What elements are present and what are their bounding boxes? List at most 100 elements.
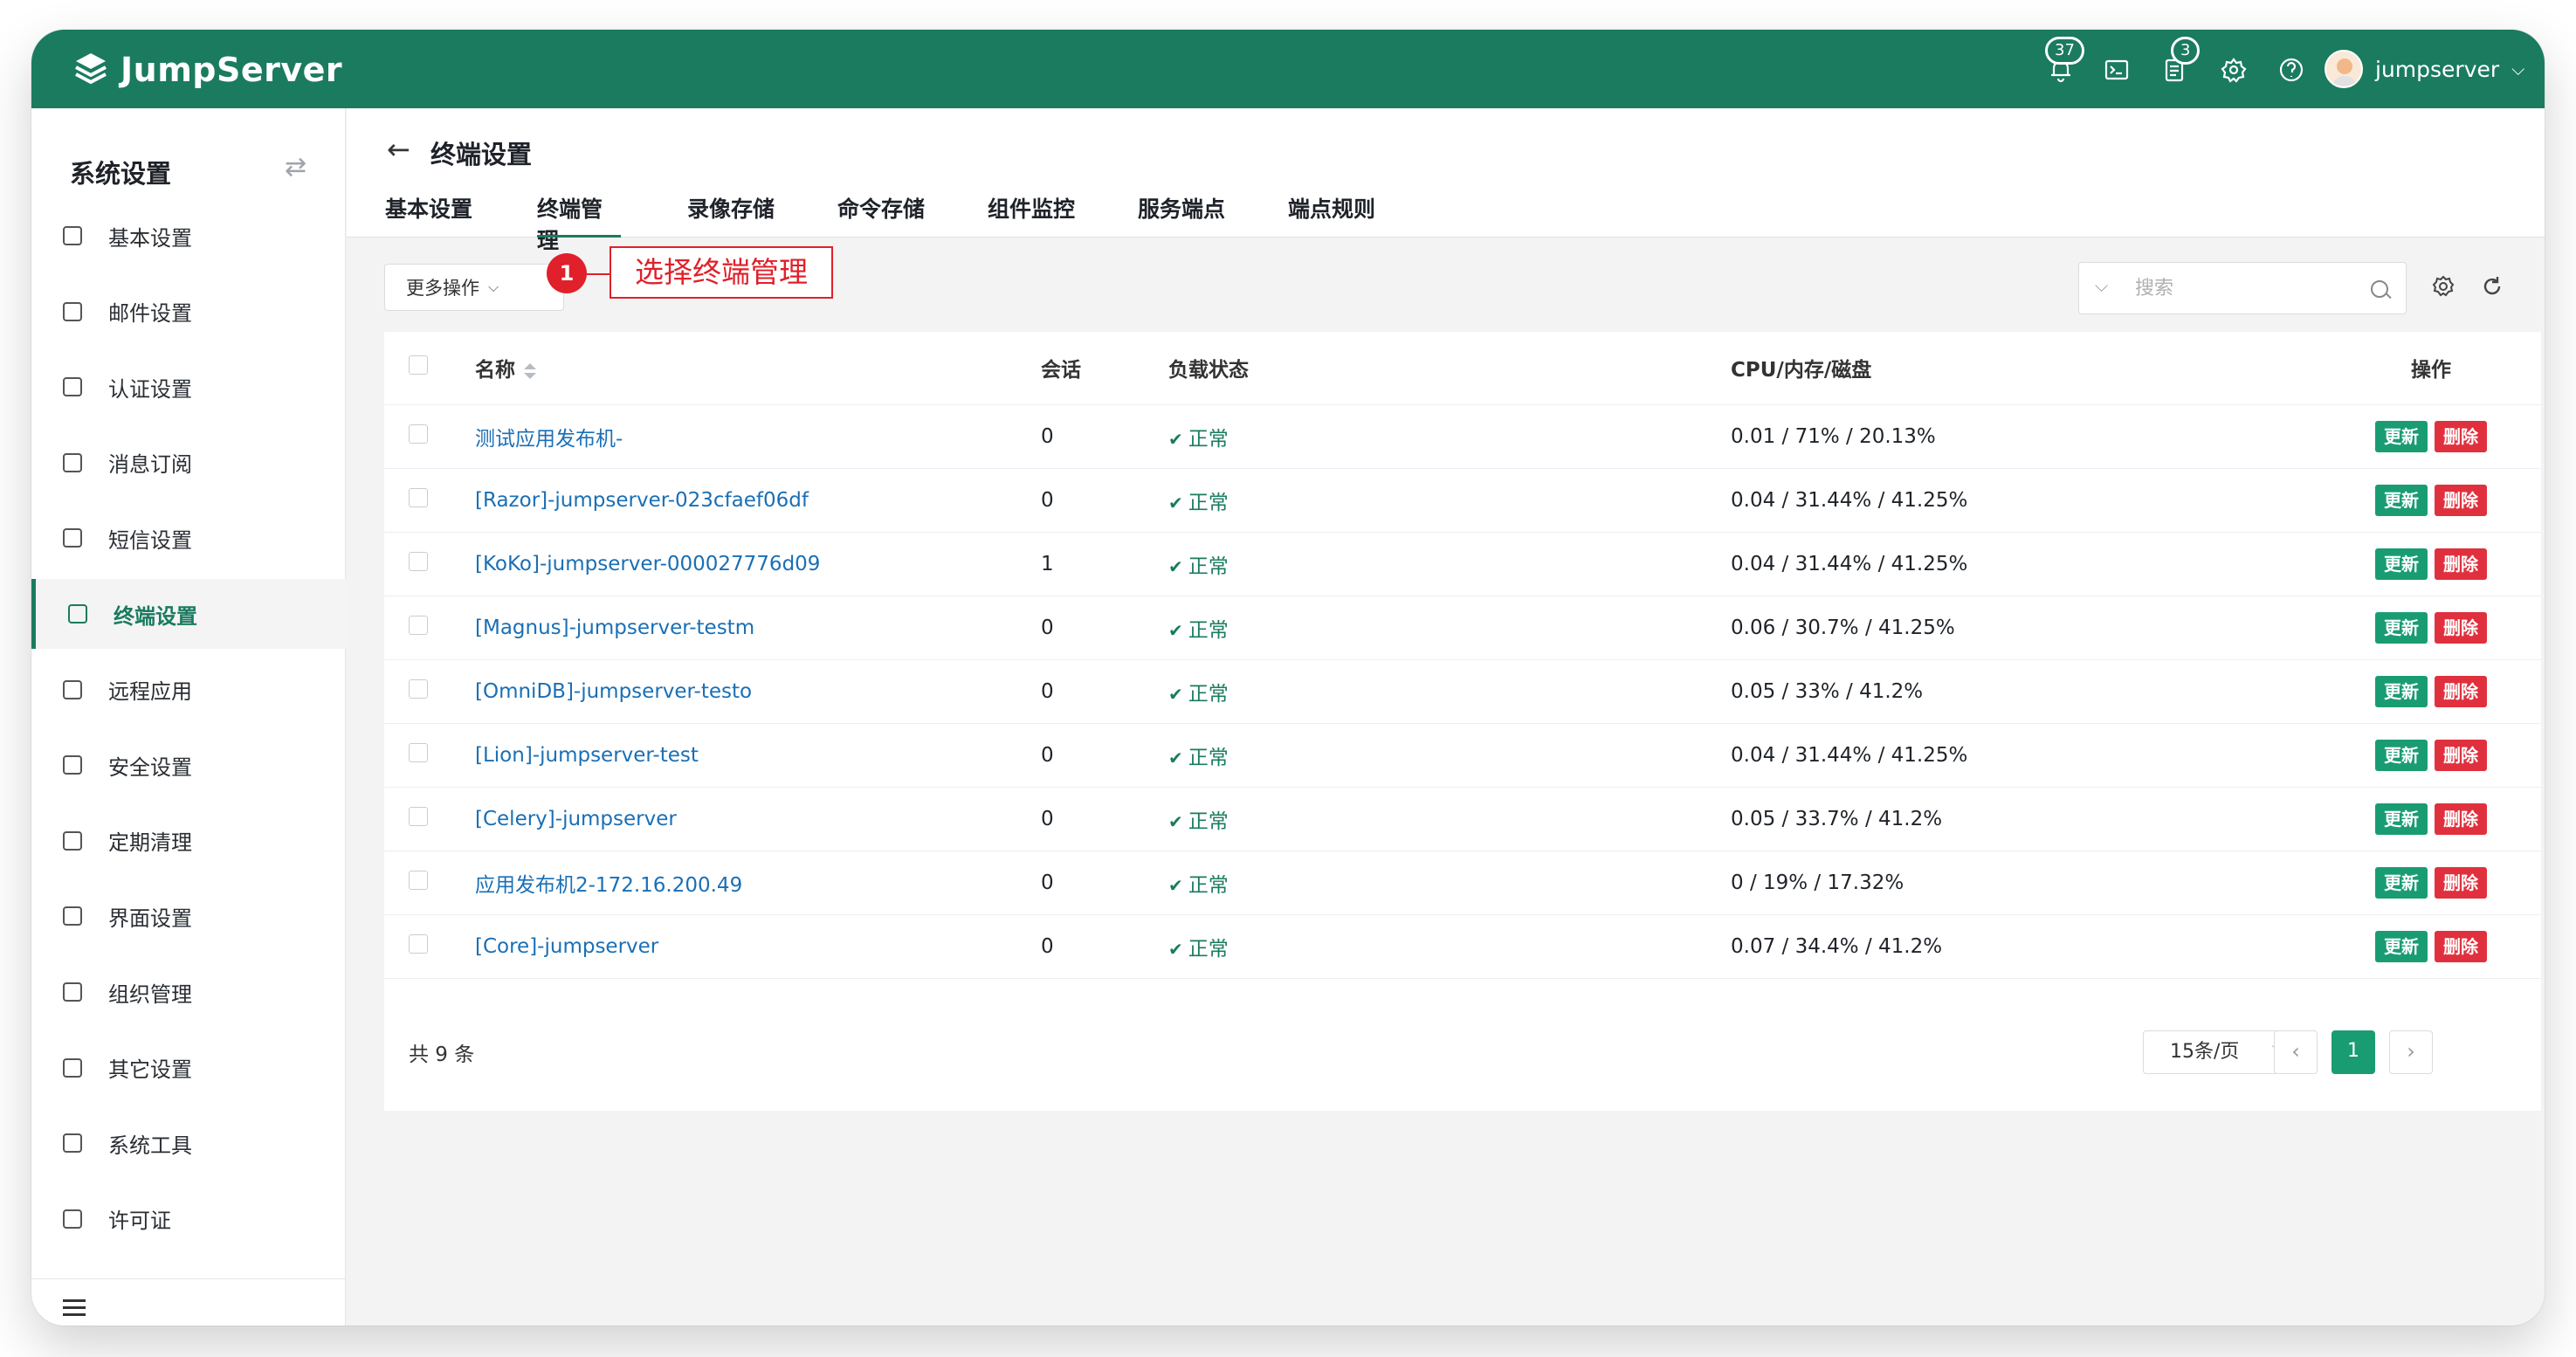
sidebar-item-3[interactable]: 认证设置 <box>31 352 346 422</box>
terminal-name-link[interactable]: [Lion]-jumpserver-test <box>475 744 699 767</box>
row-checkbox[interactable] <box>409 870 428 890</box>
total-count: 共 9 条 <box>409 1044 475 1066</box>
sidebar-item-6[interactable]: 终端设置 <box>31 579 346 649</box>
collapse-sidebar-icon[interactable] <box>63 1299 86 1317</box>
terminal-name-link[interactable]: [KoKo]-jumpserver-000027776d09 <box>475 553 820 575</box>
sidebar-item-4[interactable]: 消息订阅 <box>31 428 346 498</box>
row-checkbox[interactable] <box>409 933 428 954</box>
search-box[interactable]: ⌵ <box>2078 262 2407 314</box>
row-checkbox[interactable] <box>409 678 428 699</box>
checkbox-cell <box>384 851 475 915</box>
terminal-name-link[interactable]: [Magnus]-jumpserver-testm <box>475 617 754 639</box>
select-all-checkbox[interactable] <box>409 355 428 375</box>
more-actions-dropdown[interactable]: 更多操作 ⌵ <box>384 264 564 311</box>
update-button[interactable]: 更新 <box>2375 866 2428 899</box>
sidebar-item-label: 其它设置 <box>108 1057 192 1083</box>
page-number-button[interactable]: 1 <box>2331 1030 2375 1074</box>
update-button[interactable]: 更新 <box>2375 484 2428 516</box>
sidebar-item-12[interactable]: 其它设置 <box>31 1033 346 1103</box>
delete-button[interactable]: 删除 <box>2435 802 2487 835</box>
sidebar-item-label: 消息订阅 <box>108 452 192 478</box>
update-button[interactable]: 更新 <box>2375 739 2428 771</box>
delete-button[interactable]: 删除 <box>2435 484 2487 516</box>
row-checkbox[interactable] <box>409 487 428 507</box>
terminal-name-link[interactable]: [Razor]-jumpserver-023cfaef06df <box>475 489 809 512</box>
sidebar-item-14[interactable]: 许可证 <box>31 1184 346 1254</box>
status-ok-badge: 正常 <box>1168 619 1229 642</box>
terminal-name-link[interactable]: [Core]-jumpserver <box>475 935 658 958</box>
terminal-table: 名称 会话 负载状态 CPU/内存/磁盘 操作 测试应用发布机-0正常0.01 … <box>384 332 2541 979</box>
prev-page-button[interactable]: ‹ <box>2274 1030 2318 1074</box>
stats-cell: 0.04 / 31.44% / 41.25% <box>1731 723 2321 788</box>
tab-2[interactable]: 终端管理 <box>537 192 621 253</box>
terminal-name-link[interactable]: 测试应用发布机- <box>475 428 623 451</box>
sidebar-item-9[interactable]: 定期清理 <box>31 806 346 876</box>
chevron-down-icon[interactable]: ⌵ <box>2095 275 2108 296</box>
tab-4[interactable]: 命令存储 <box>837 192 988 238</box>
status-ok-badge: 正常 <box>1168 874 1229 897</box>
table-header-row: 名称 会话 负载状态 CPU/内存/磁盘 操作 <box>384 332 2541 405</box>
terminal-name-link[interactable]: 应用发布机2-172.16.200.49 <box>475 874 742 897</box>
back-arrow-icon[interactable]: ← <box>387 133 410 166</box>
sort-icon[interactable] <box>524 362 536 379</box>
tab-6[interactable]: 服务端点 <box>1138 192 1288 238</box>
delete-button[interactable]: 删除 <box>2435 675 2487 707</box>
switch-icon[interactable]: ⇄ <box>285 152 307 183</box>
table-row: [OmniDB]-jumpserver-testo 0正常 0.05 / 33% /… <box>384 659 2541 724</box>
update-button[interactable]: 更新 <box>2375 611 2428 644</box>
sidebar-item-10[interactable]: 界面设置 <box>31 881 346 951</box>
logo[interactable]: JumpServer <box>72 51 342 89</box>
sidebar-item-label: 安全设置 <box>108 754 192 780</box>
column-name[interactable]: 名称 <box>475 332 1041 405</box>
tab-label: 终端管理 <box>537 196 603 253</box>
web-terminal-button[interactable] <box>2101 54 2132 86</box>
tab-7[interactable]: 端点规则 <box>1288 192 1393 238</box>
update-button[interactable]: 更新 <box>2375 420 2428 452</box>
row-checkbox[interactable] <box>409 806 428 826</box>
name-cell: [KoKo]-jumpserver-000027776d09 <box>475 532 1041 596</box>
search-input[interactable] <box>2135 272 2362 305</box>
tasks-button[interactable]: 3 <box>2159 37 2201 86</box>
avatar <box>2325 50 2363 88</box>
row-checkbox[interactable] <box>409 615 428 635</box>
update-button[interactable]: 更新 <box>2375 930 2428 962</box>
help-button[interactable] <box>2276 54 2307 86</box>
sidebar-item-11[interactable]: 组织管理 <box>31 957 346 1027</box>
refresh-icon[interactable] <box>2480 274 2504 299</box>
settings-button[interactable] <box>2218 54 2249 86</box>
delete-button[interactable]: 删除 <box>2435 548 2487 580</box>
update-button[interactable]: 更新 <box>2375 802 2428 835</box>
sidebar-item-1[interactable]: 基本设置 <box>31 201 346 271</box>
load-status-cell: 正常 <box>1168 787 1731 851</box>
row-checkbox[interactable] <box>409 424 428 444</box>
sidebar-item-5[interactable]: 短信设置 <box>31 503 346 573</box>
circle-dot-icon <box>63 1057 82 1078</box>
tab-5[interactable]: 组件监控 <box>988 192 1138 238</box>
sidebar-item-label: 远程应用 <box>108 679 192 705</box>
table-settings-icon[interactable] <box>2431 274 2455 299</box>
delete-button[interactable]: 删除 <box>2435 611 2487 644</box>
stats-cell: 0.01 / 71% / 20.13% <box>1731 404 2321 469</box>
update-button[interactable]: 更新 <box>2375 548 2428 580</box>
terminal-name-link[interactable]: [OmniDB]-jumpserver-testo <box>475 680 752 703</box>
delete-button[interactable]: 删除 <box>2435 930 2487 962</box>
notification-button[interactable]: 37 <box>2045 37 2084 86</box>
delete-button[interactable]: 删除 <box>2435 866 2487 899</box>
tab-1[interactable]: 基本设置 <box>385 192 537 238</box>
tab-3[interactable]: 录像存储 <box>687 192 837 238</box>
terminal-name-link[interactable]: [Celery]-jumpserver <box>475 808 677 830</box>
sidebar-item-13[interactable]: 系统工具 <box>31 1108 346 1178</box>
search-icon[interactable] <box>2371 280 2388 298</box>
username: jumpserver <box>2375 56 2500 82</box>
next-page-button[interactable]: › <box>2389 1030 2433 1074</box>
sidebar-item-8[interactable]: 安全设置 <box>31 730 346 800</box>
user-menu[interactable]: jumpserver ⌵ <box>2325 49 2524 89</box>
delete-button[interactable]: 删除 <box>2435 739 2487 771</box>
update-button[interactable]: 更新 <box>2375 675 2428 707</box>
table-row: [Magnus]-jumpserver-testm 0正常 0.06 / 30.7%… <box>384 596 2541 660</box>
sidebar-item-2[interactable]: 邮件设置 <box>31 277 346 347</box>
delete-button[interactable]: 删除 <box>2435 420 2487 452</box>
row-checkbox[interactable] <box>409 551 428 571</box>
sidebar-item-7[interactable]: 远程应用 <box>31 655 346 725</box>
row-checkbox[interactable] <box>409 742 428 762</box>
